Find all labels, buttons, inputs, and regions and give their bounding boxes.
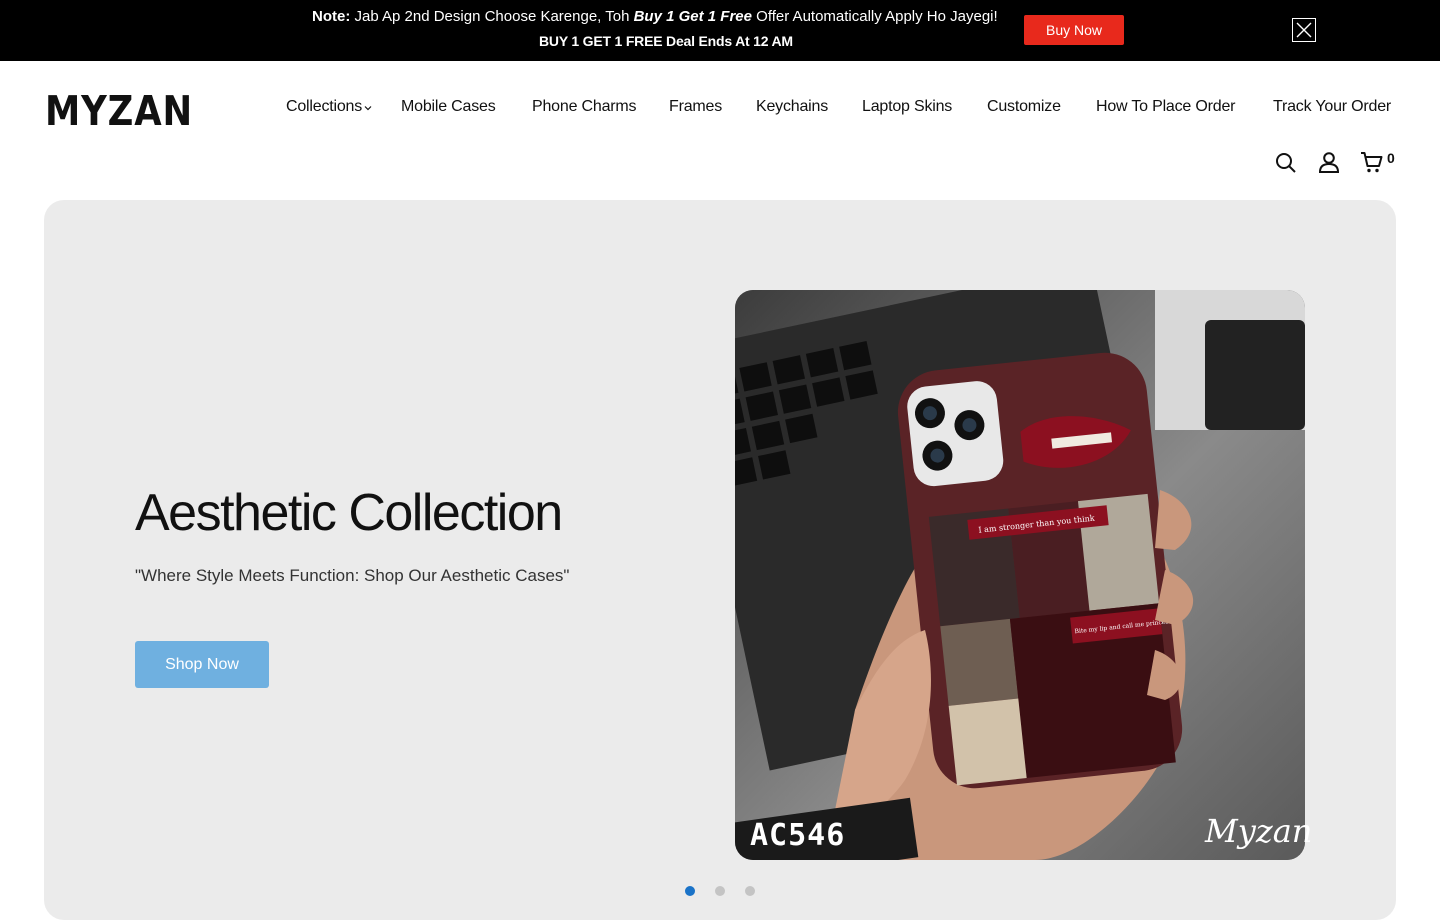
nav-collections[interactable]: Collections xyxy=(286,98,372,116)
nav-keychains[interactable]: Keychains xyxy=(756,98,828,116)
slider-dot-1[interactable] xyxy=(685,886,695,896)
buy-now-button[interactable]: Buy Now xyxy=(1024,15,1124,45)
note-label: Note: xyxy=(312,8,351,25)
nav-how-to-place-order[interactable]: How To Place Order xyxy=(1096,98,1235,116)
image-watermark-brand: Myzan xyxy=(1205,812,1313,850)
search-icon[interactable] xyxy=(1274,151,1298,175)
hero-title: Aesthetic Collection xyxy=(135,484,563,542)
offer-highlight: Buy 1 Get 1 Free xyxy=(633,8,752,25)
logo[interactable]: MYZAN xyxy=(45,87,195,135)
nav-phone-charms[interactable]: Phone Charms xyxy=(532,98,637,116)
nav-track-your-order[interactable]: Track Your Order xyxy=(1273,98,1391,116)
nav-customize[interactable]: Customize xyxy=(987,98,1061,116)
hero-product-image[interactable]: I am stronger than you think Bite my lip… xyxy=(735,290,1305,860)
cart-icon[interactable] xyxy=(1360,150,1384,174)
product-code-label: AC546 xyxy=(750,818,846,853)
slider-dot-3[interactable] xyxy=(745,886,755,896)
shop-now-button[interactable]: Shop Now xyxy=(135,641,269,688)
nav-collections-label: Collections xyxy=(286,98,363,116)
slider-dot-2[interactable] xyxy=(715,886,725,896)
nav-laptop-skins[interactable]: Laptop Skins xyxy=(862,98,952,116)
hero-subtitle: "Where Style Meets Function: Shop Our Ae… xyxy=(135,566,570,585)
announcement-text-after: Offer Automatically Apply Ho Jayegi! xyxy=(751,8,998,25)
phone-case: I am stronger than you think Bite my lip… xyxy=(897,352,1183,789)
nav-frames[interactable]: Frames xyxy=(669,98,722,116)
announcement-text: Note: Jab Ap 2nd Design Choose Karenge, … xyxy=(312,8,998,25)
announcement-bar: Note: Jab Ap 2nd Design Choose Karenge, … xyxy=(0,0,1440,61)
nav-mobile-cases[interactable]: Mobile Cases xyxy=(401,98,496,116)
chevron-down-icon xyxy=(364,98,372,116)
cart-count-badge: 0 xyxy=(1387,150,1395,166)
deal-countdown-text: BUY 1 GET 1 FREE Deal Ends At 12 AM xyxy=(539,33,793,49)
announcement-text-before: Jab Ap 2nd Design Choose Karenge, Toh xyxy=(350,8,634,25)
logo-text: MYZAN xyxy=(45,92,193,128)
close-icon[interactable] xyxy=(1292,18,1316,42)
account-icon[interactable] xyxy=(1317,150,1341,174)
